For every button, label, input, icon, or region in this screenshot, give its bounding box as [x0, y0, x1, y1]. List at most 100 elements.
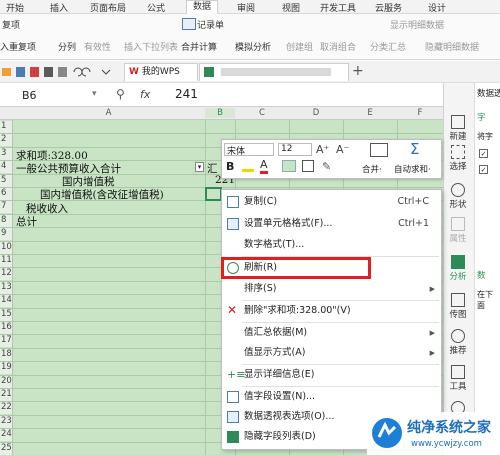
menu-item-summarize-by[interactable]: 值汇总依据(M) ▶	[222, 323, 441, 343]
sidebar-properties[interactable]: 属性	[446, 217, 470, 244]
row-number[interactable]: 14	[0, 295, 12, 307]
menu-item-format-cells[interactable]: 设置单元格格式(F)... Ctrl+1	[222, 214, 441, 234]
col-header-b[interactable]: B	[205, 108, 235, 118]
field-checkbox-2[interactable]: ✓	[479, 165, 488, 174]
hide-detail-button[interactable]: 隐藏明细数据	[425, 40, 479, 53]
sidebar-shape[interactable]: 形状	[446, 183, 470, 210]
merge-cells-icon[interactable]	[370, 143, 388, 157]
tab-developer[interactable]: 开发工具	[320, 1, 356, 14]
fill-color-icon[interactable]	[242, 160, 254, 172]
format-painter-icon[interactable]: ✎	[322, 160, 331, 173]
repeat-button[interactable]: 复项	[2, 18, 20, 31]
row-number[interactable]: 18	[0, 349, 12, 361]
bold-button[interactable]: B	[226, 160, 234, 173]
show-detail-button[interactable]: 显示明细数据	[390, 18, 444, 31]
tab-data[interactable]: 数据	[186, 0, 219, 14]
sidebar-tools[interactable]: 工具	[446, 365, 470, 392]
insert-dropdown-button[interactable]: 插入下拉列表	[124, 40, 178, 53]
row-number[interactable]: 8	[0, 215, 12, 227]
row-number[interactable]: 15	[0, 309, 12, 321]
row-number[interactable]: 5	[0, 175, 12, 187]
filter-dropdown-icon[interactable]: ▾	[195, 162, 204, 172]
sidebar-select[interactable]: 选择	[446, 145, 470, 172]
cell-a6[interactable]: 国内增值税(含改征增值税)	[40, 187, 164, 202]
tab-insert[interactable]: 插入	[50, 1, 68, 14]
validity-button[interactable]: 有效性	[84, 40, 111, 53]
merge-button[interactable]: 合并·	[362, 163, 382, 175]
col-header-d[interactable]: D	[289, 108, 343, 118]
row-number[interactable]: 9	[0, 228, 12, 240]
menu-item-sort[interactable]: 排序(S) ▶	[222, 279, 441, 299]
menu-item-delete-field[interactable]: ✕ 删除"求和项:328.00"(V)	[222, 301, 441, 321]
menu-item-copy[interactable]: 复制(C) Ctrl+C	[222, 192, 441, 212]
tab-view[interactable]: 视图	[282, 1, 300, 14]
field-checkbox-1[interactable]: ✓	[479, 149, 488, 158]
menu-item-show-values-as[interactable]: 值显示方式(A) ▶	[222, 343, 441, 363]
row-number[interactable]: 21	[0, 389, 12, 401]
tab-page-layout[interactable]: 页面布局	[90, 1, 126, 14]
font-color-icon[interactable]: A	[260, 159, 268, 174]
zoom-search-icon[interactable]: ⚲	[116, 87, 125, 101]
row-number[interactable]: 4	[0, 161, 12, 173]
row-number[interactable]: 13	[0, 282, 12, 294]
sidebar-new[interactable]: 新建	[446, 115, 470, 142]
row-number[interactable]: 23	[0, 416, 12, 428]
font-size-select[interactable]: 12	[278, 143, 312, 156]
add-tab-button[interactable]: +	[352, 63, 364, 79]
row-number[interactable]: 19	[0, 362, 12, 374]
row-number[interactable]: 12	[0, 268, 12, 280]
menu-item-number-format[interactable]: 数字格式(T)...	[222, 235, 441, 255]
menu-item-show-details[interactable]: +≡ 显示详细信息(E)	[222, 365, 441, 385]
row-number[interactable]: 6	[0, 188, 12, 200]
tab-review[interactable]: 审阅	[237, 1, 255, 14]
ungroup-button[interactable]: 取消组合	[320, 40, 356, 53]
sidebar-analysis[interactable]: 分析	[446, 255, 470, 282]
tab-my-wps[interactable]: W 我的WPS	[124, 63, 198, 81]
split-column-button[interactable]: 分列	[58, 40, 76, 53]
tab-current-file[interactable]	[199, 63, 349, 81]
font-grow-icon[interactable]: A⁺	[316, 143, 329, 156]
tab-formula[interactable]: 公式	[147, 1, 165, 14]
col-header-e[interactable]: E	[343, 108, 397, 118]
create-group-button[interactable]: 创建组	[286, 40, 313, 53]
align-center-icon[interactable]	[282, 160, 296, 172]
row-number[interactable]: 2	[0, 134, 12, 146]
col-header-f[interactable]: F	[397, 108, 443, 118]
cell-a8[interactable]: 总计	[16, 214, 37, 229]
fx-icon[interactable]: fx	[140, 88, 150, 101]
sidebar-upload-image[interactable]: 传图	[446, 293, 470, 320]
record-form-button[interactable]: 记录单	[197, 18, 224, 31]
row-number[interactable]: 11	[0, 255, 12, 267]
row-number[interactable]: 20	[0, 376, 12, 388]
quick-access-icons[interactable]	[2, 66, 112, 78]
row-number[interactable]: 7	[0, 201, 12, 213]
row-number[interactable]: 10	[0, 242, 12, 254]
name-box-dropdown-icon[interactable]: ▾	[92, 89, 97, 99]
remove-duplicates-button[interactable]: 入重复项	[0, 40, 36, 53]
sigma-icon[interactable]: Σ	[410, 140, 419, 158]
name-box[interactable]: B6	[22, 89, 37, 102]
menu-item-value-field-settings[interactable]: 值字段设置(N)...	[222, 387, 441, 407]
tab-design[interactable]: 设计	[428, 1, 446, 14]
selected-cell-b6[interactable]	[205, 187, 222, 201]
consolidate-button[interactable]: 合并计算	[181, 40, 217, 53]
tab-home[interactable]: 开始	[6, 1, 24, 14]
row-number[interactable]: 24	[0, 429, 12, 441]
what-if-button[interactable]: 模拟分析	[235, 40, 271, 53]
col-header-c[interactable]: C	[235, 108, 289, 118]
subtotal-button[interactable]: 分类汇总	[370, 40, 406, 53]
row-number[interactable]: 1	[0, 121, 12, 133]
font-name-select[interactable]: 宋体	[224, 143, 274, 157]
row-number[interactable]: 25	[0, 443, 12, 455]
font-shrink-icon[interactable]: A⁻	[336, 143, 349, 156]
row-number[interactable]: 22	[0, 402, 12, 414]
sidebar-recommend[interactable]: 推荐	[446, 329, 470, 356]
row-number[interactable]: 17	[0, 335, 12, 347]
col-header-a[interactable]: A	[12, 108, 205, 118]
row-number[interactable]: 16	[0, 322, 12, 334]
row-number[interactable]: 3	[0, 148, 12, 160]
formula-input[interactable]: 241	[175, 87, 198, 101]
border-icon[interactable]	[302, 160, 314, 172]
autosum-button[interactable]: 自动求和·	[394, 163, 431, 175]
tab-cloud[interactable]: 云服务	[375, 1, 402, 14]
